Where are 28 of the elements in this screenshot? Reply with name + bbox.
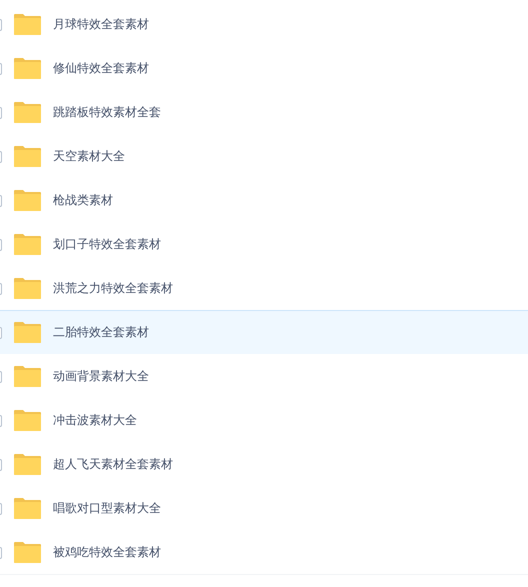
folder-icon [14, 542, 41, 563]
folder-icon [14, 498, 41, 519]
folder-icon [14, 410, 41, 431]
folder-name: 枪战类素材 [53, 192, 113, 209]
folder-icon [14, 322, 41, 343]
folder-icon [14, 146, 41, 167]
folder-name: 月球特效全套素材 [53, 16, 149, 33]
folder-icon [14, 278, 41, 299]
folder-icon [14, 366, 41, 387]
folder-name: 洪荒之力特效全套素材 [53, 280, 173, 297]
folder-name: 跳踏板特效素材全套 [53, 104, 161, 121]
folder-name: 冲击波素材大全 [53, 412, 137, 429]
folder-name: 天空素材大全 [53, 148, 125, 165]
folder-name: 动画背景素材大全 [53, 368, 149, 385]
folder-name: 超人飞天素材全套素材 [53, 456, 173, 473]
folder-name: 划口子特效全套素材 [53, 236, 161, 253]
folder-name: 修仙特效全套素材 [53, 60, 149, 77]
folder-name: 二胎特效全套素材 [53, 324, 149, 341]
folder-name: 唱歌对口型素材大全 [53, 500, 161, 517]
file-row[interactable]: 二胎特效全套素材 [0, 310, 528, 355]
folder-icon [14, 190, 41, 211]
file-row[interactable]: 被鸡吃特效全套素材 [0, 530, 528, 575]
folder-icon [14, 234, 41, 255]
folder-icon [14, 454, 41, 475]
folder-icon [14, 58, 41, 79]
folder-icon [14, 102, 41, 123]
folder-name: 被鸡吃特效全套素材 [53, 544, 161, 561]
folder-icon [14, 14, 41, 35]
